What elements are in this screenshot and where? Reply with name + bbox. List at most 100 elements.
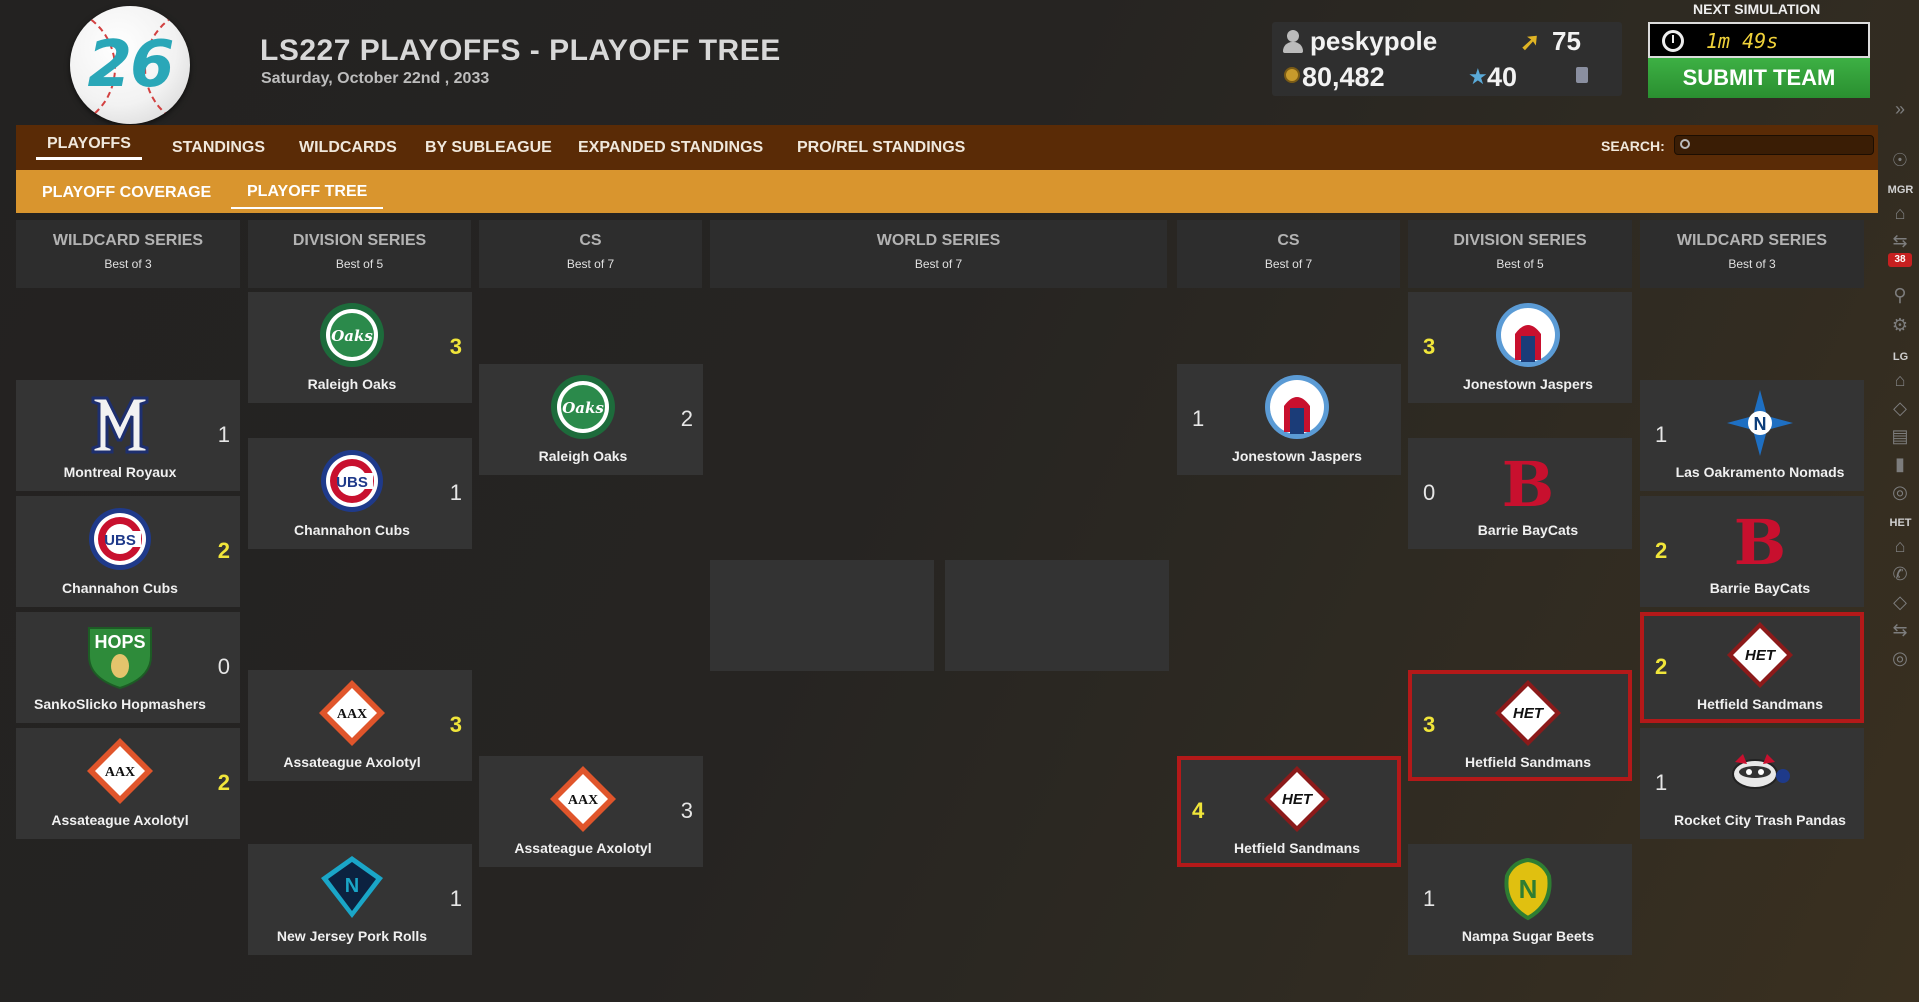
cubs-logo: UBS: [89, 508, 151, 570]
tab-by-subleague[interactable]: BY SUBLEAGUE: [425, 139, 552, 157]
col-header-left-division: DIVISION SERIES Best of 5: [248, 220, 471, 288]
aax-logo: AAX: [87, 738, 153, 804]
header: 26 LS227 PLAYOFFS - PLAYOFF TREE Saturda…: [0, 0, 1919, 125]
matchup-card[interactable]: HOPS SankoSlicko Hopmashers 0: [16, 612, 240, 723]
lg-ball-icon[interactable]: ◎: [1890, 482, 1910, 502]
sub-nav: PLAYOFF COVERAGE PLAYOFF TREE: [16, 170, 1878, 213]
matchup-card[interactable]: N Nampa Sugar Beets 1: [1408, 844, 1632, 955]
col-title: WILDCARD SERIES: [1676, 232, 1828, 249]
team-name: Jonestown Jaspers: [1232, 448, 1362, 464]
series-score: 3: [449, 712, 462, 737]
search-label: SEARCH:: [1601, 138, 1665, 154]
star-value: 40: [1487, 62, 1518, 92]
col-title: WORLD SERIES: [876, 232, 1001, 249]
team-name: New Jersey Pork Rolls: [276, 928, 428, 944]
svg-text:AAX: AAX: [337, 707, 367, 722]
het-phone-icon[interactable]: ✆: [1890, 564, 1910, 584]
tab-playoff-coverage[interactable]: PLAYOFF COVERAGE: [42, 184, 211, 202]
het-ball-icon[interactable]: ◎: [1890, 648, 1910, 668]
team-name: Assateague Axolotyl: [283, 754, 421, 770]
search-input[interactable]: [1674, 135, 1874, 155]
team-name: Hetfield Sandmans: [1696, 696, 1824, 712]
team-name: Raleigh Oaks: [538, 448, 628, 464]
baycats-logo: B: [1502, 448, 1554, 516]
team-name: Las Oakramento Nomads: [1675, 464, 1845, 480]
matchup-card-highlighted[interactable]: HET Hetfield Sandmans 4: [1177, 756, 1401, 867]
series-score: 1: [1423, 886, 1436, 911]
col-header-left-cs: CS Best of 7: [479, 220, 702, 288]
het-diamond-icon[interactable]: ◇: [1890, 592, 1910, 612]
het-transfer-icon[interactable]: ⇆: [1890, 620, 1910, 640]
col-title: DIVISION SERIES: [1453, 232, 1587, 249]
series-score: 1: [217, 422, 230, 447]
matchup-card[interactable]: UBS Channahon Cubs 1: [248, 438, 472, 549]
lg-news-icon[interactable]: ▤: [1890, 426, 1910, 446]
trash-pandas-logo: [1732, 754, 1790, 789]
tab-playoffs[interactable]: PLAYOFFS: [36, 135, 142, 160]
matchup-card[interactable]: Jonestown Jaspers 1: [1177, 364, 1401, 475]
svg-text:HET: HET: [1745, 647, 1777, 664]
tab-pro-rel-standings[interactable]: PRO/REL STANDINGS: [797, 139, 965, 157]
lg-diamond-icon[interactable]: ◇: [1890, 398, 1910, 418]
tab-wildcards[interactable]: WILDCARDS: [299, 139, 397, 157]
team-name: Channahon Cubs: [62, 580, 178, 596]
coin-balance: 80,482: [1302, 62, 1385, 92]
mgr-home-icon[interactable]: ⌂: [1890, 203, 1910, 223]
series-score: 1: [1192, 406, 1205, 431]
matchup-card[interactable]: B Barrie BayCats 2: [1640, 496, 1864, 607]
matchup-card[interactable]: B Barrie BayCats 0: [1408, 438, 1632, 549]
het-home-icon[interactable]: ⌂: [1890, 536, 1910, 556]
team-name: Channahon Cubs: [294, 522, 410, 538]
series-score: 1: [1655, 770, 1668, 795]
matchup-card[interactable]: AAX Assateague Axolotyl 2: [16, 728, 240, 839]
gear-icon[interactable]: ⚙: [1890, 315, 1910, 335]
aax-logo: AAX: [550, 766, 616, 832]
arrow-up-icon: ➚: [1520, 29, 1541, 56]
app-logo[interactable]: 26: [70, 6, 190, 124]
card-icon: [1576, 67, 1588, 83]
svg-text:B: B: [1502, 448, 1554, 516]
aax-logo: AAX: [319, 680, 385, 746]
svg-text:HET: HET: [1282, 791, 1314, 808]
svg-text:B: B: [1734, 506, 1786, 574]
matchup-card[interactable]: AAX Assateague Axolotyl 3: [248, 670, 472, 781]
notification-badge: 38: [1888, 253, 1912, 267]
matchup-card[interactable]: Oaks Raleigh Oaks 2: [479, 364, 703, 475]
series-score: 3: [1423, 334, 1436, 359]
team-name: SankoSlicko Hopmashers: [34, 696, 206, 712]
clock-icon: [1662, 30, 1684, 52]
lg-stats-icon[interactable]: ▮: [1890, 454, 1910, 474]
mgr-transfer-icon[interactable]: ⇆: [1890, 231, 1910, 251]
lightbulb-icon[interactable]: ☉: [1890, 150, 1910, 170]
matchup-card[interactable]: Jonestown Jaspers 3: [1408, 292, 1632, 403]
col-header-right-cs: CS Best of 7: [1177, 220, 1400, 288]
lg-home-icon[interactable]: ⌂: [1890, 370, 1910, 390]
matchup-card[interactable]: Rocket City Trash Pandas 1: [1640, 728, 1864, 839]
world-series-slot-2[interactable]: [945, 560, 1169, 671]
het-logo: HET: [1264, 766, 1330, 832]
matchup-card[interactable]: N Las Oakramento Nomads 1: [1640, 380, 1864, 491]
tab-expanded-standings[interactable]: EXPANDED STANDINGS: [578, 139, 763, 157]
matchup-card[interactable]: Montreal Royaux 1: [16, 380, 240, 491]
matchup-card[interactable]: AAX Assateague Axolotyl 3: [479, 756, 703, 867]
search-icon[interactable]: ⚲: [1890, 285, 1910, 305]
user-name: peskypole: [1310, 26, 1438, 56]
team-name: Assateague Axolotyl: [51, 812, 189, 828]
submit-team-button[interactable]: SUBMIT TEAM: [1648, 58, 1870, 98]
het-logo: HET: [1727, 622, 1793, 688]
world-series-slot-1[interactable]: [710, 560, 934, 671]
tab-standings[interactable]: STANDINGS: [172, 139, 265, 157]
tab-playoff-tree[interactable]: PLAYOFF TREE: [231, 183, 384, 209]
matchup-card[interactable]: Oaks Raleigh Oaks 3: [248, 292, 472, 403]
svg-text:UBS: UBS: [104, 532, 136, 549]
next-simulation-label: NEXT SIMULATION: [1693, 1, 1821, 17]
col-subtitle: Best of 5: [335, 257, 384, 271]
matchup-card-highlighted[interactable]: HET Hetfield Sandmans 3: [1408, 670, 1632, 781]
col-header-left-wildcard: WILDCARD SERIES Best of 3: [16, 220, 240, 288]
user-panel[interactable]: peskypole 80,482 ➚ 75 ★ 40: [1272, 22, 1622, 96]
expand-chevron-icon[interactable]: »: [1890, 99, 1910, 119]
matchup-card-highlighted[interactable]: HET Hetfield Sandmans 2: [1640, 612, 1864, 723]
matchup-card[interactable]: N New Jersey Pork Rolls 1: [248, 844, 472, 955]
matchup-card[interactable]: UBS Channahon Cubs 2: [16, 496, 240, 607]
team-name: Hetfield Sandmans: [1464, 754, 1592, 770]
